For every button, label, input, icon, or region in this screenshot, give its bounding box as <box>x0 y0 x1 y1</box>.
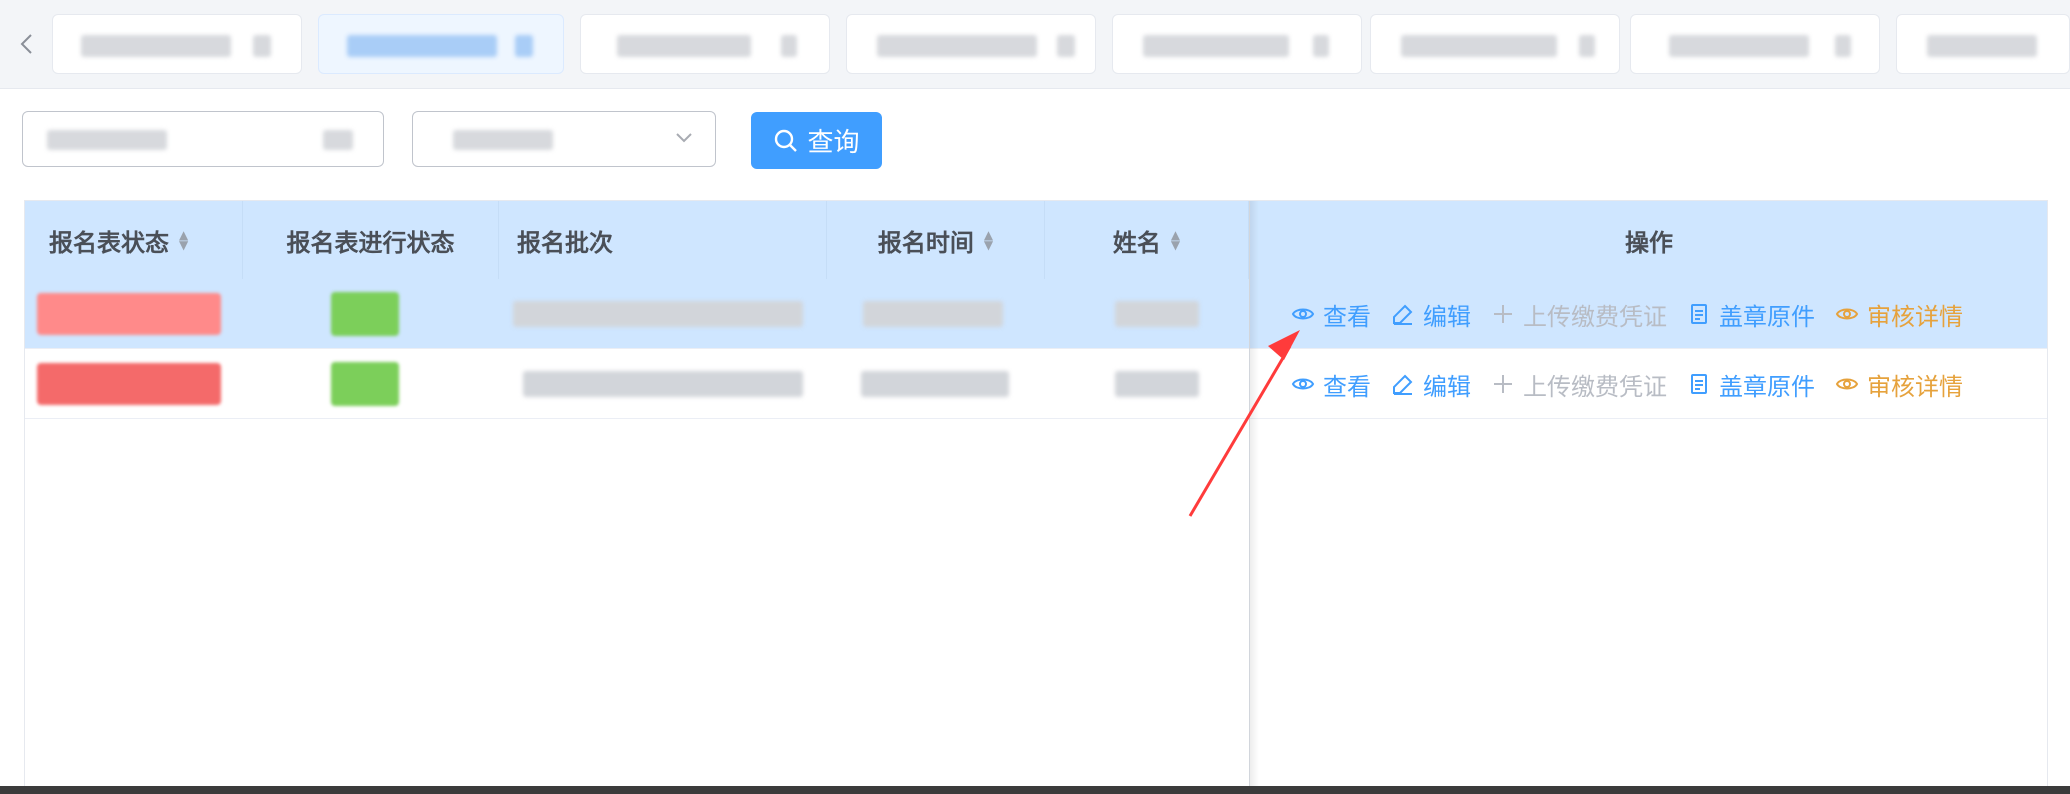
query-button-label: 查询 <box>807 128 860 158</box>
edit-icon <box>1393 374 1413 395</box>
header-progress: 报名表进行状态 <box>243 201 499 279</box>
edit-action[interactable]: 编辑 <box>1391 297 1471 332</box>
view-action[interactable]: 查看 <box>1291 367 1371 402</box>
header-actions: 操作 <box>1625 228 1673 257</box>
view-action[interactable]: 查看 <box>1291 297 1371 332</box>
tab-7[interactable] <box>1630 14 1880 74</box>
plus-icon <box>1494 375 1512 393</box>
upload-action[interactable]: 上传缴费凭证 <box>1491 297 1667 332</box>
name-cell <box>1115 349 1205 419</box>
tab-1[interactable] <box>52 14 302 74</box>
header-batch: 报名批次 <box>499 201 827 279</box>
eye-icon <box>1835 378 1859 390</box>
eye-icon <box>1291 308 1315 320</box>
batch-cell <box>523 349 823 419</box>
sort-caret-icon[interactable]: ▲ ▼ <box>179 229 188 251</box>
table-header: 报名表状态 ▲ ▼ 报名表进行状态 报名批次 报名时间 ▲ ▼ 姓名 ▲ ▼ 操作 <box>25 201 2047 280</box>
header-name[interactable]: 姓名 ▲ ▼ <box>1045 201 1249 279</box>
header-time[interactable]: 报名时间 ▲ ▼ <box>827 201 1045 279</box>
edit-action[interactable]: 编辑 <box>1391 367 1471 402</box>
tab-5[interactable] <box>1112 14 1362 74</box>
chevron-down-icon <box>673 126 695 148</box>
name-cell <box>1115 279 1205 349</box>
eye-icon <box>1835 308 1859 320</box>
query-button[interactable]: 查询 <box>751 112 882 169</box>
time-cell <box>863 279 1023 349</box>
tab-8[interactable] <box>1896 14 2070 74</box>
progress-cell <box>331 279 411 349</box>
document-icon <box>1691 304 1707 324</box>
tab-6[interactable] <box>1370 14 1620 74</box>
status-cell <box>37 279 237 349</box>
plus-icon <box>1494 305 1512 323</box>
time-cell <box>861 349 1021 419</box>
app-page: 查询 报名表状态 ▲ ▼ 报名表进行状态 报名批次 报名时间 ▲ ▼ 姓名 ▲ ▼ <box>0 0 2070 794</box>
stamp-action[interactable]: 盖章原件 <box>1687 367 1815 402</box>
edit-icon <box>1393 304 1413 325</box>
search-icon <box>773 128 799 154</box>
sort-caret-icon[interactable]: ▲ ▼ <box>984 229 993 251</box>
header-status[interactable]: 报名表状态 ▲ ▼ <box>25 201 243 279</box>
audit-action[interactable]: 审核详情 <box>1835 297 1963 332</box>
row-actions: 查看 编辑 上传缴费凭证 盖章原件 审核详情 <box>1291 349 1963 419</box>
table-row[interactable]: 查看 编辑 上传缴费凭证 盖章原件 审核详情 <box>25 279 2047 349</box>
filter-input[interactable] <box>22 111 384 167</box>
tabs-bar <box>0 0 2070 89</box>
tab-2-active[interactable] <box>318 14 564 74</box>
filter-select[interactable] <box>412 111 716 167</box>
audit-action[interactable]: 审核详情 <box>1835 367 1963 402</box>
tab-3[interactable] <box>580 14 830 74</box>
stamp-action[interactable]: 盖章原件 <box>1687 297 1815 332</box>
chevron-left-icon[interactable] <box>10 22 42 66</box>
eye-icon <box>1291 378 1315 390</box>
progress-cell <box>331 349 411 419</box>
fixed-column-divider <box>1249 201 1250 794</box>
window-bottom-edge <box>0 786 2070 794</box>
batch-cell <box>513 279 813 349</box>
document-icon <box>1691 374 1707 394</box>
data-table: 报名表状态 ▲ ▼ 报名表进行状态 报名批次 报名时间 ▲ ▼ 姓名 ▲ ▼ 操作 <box>24 200 2048 794</box>
tab-4[interactable] <box>846 14 1096 74</box>
upload-action[interactable]: 上传缴费凭证 <box>1491 367 1667 402</box>
table-row[interactable]: 查看 编辑 上传缴费凭证 盖章原件 审核详情 <box>25 349 2047 419</box>
row-actions: 查看 编辑 上传缴费凭证 盖章原件 审核详情 <box>1291 279 1963 349</box>
sort-caret-icon[interactable]: ▲ ▼ <box>1171 229 1180 251</box>
status-cell <box>37 349 237 419</box>
